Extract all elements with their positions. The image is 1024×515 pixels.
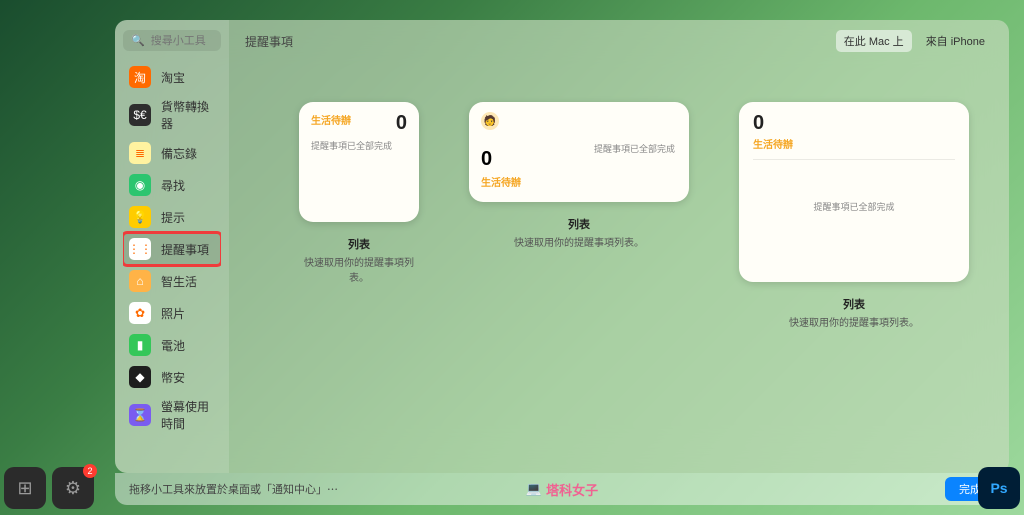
footer-bar: 拖移小工具來放置於桌面或「通知中心」⋯ 💻 塔科女子 完成: [115, 473, 1009, 505]
sidebar-item-9[interactable]: ◆ 幣安: [123, 361, 221, 393]
widget-large-col: 0 生活待辦 提醒事項已全部完成 列表 快速取用你的提醒事項列表。: [739, 102, 969, 329]
widget-small-sub: 快速取用你的提醒事項列表。: [299, 254, 419, 284]
main-header: 提醒事項 在此 Mac 上 來自 iPhone: [229, 20, 1009, 62]
footer-hint: 拖移小工具來放置於桌面或「通知中心」⋯: [129, 481, 338, 497]
app-icon: ✿: [129, 302, 151, 324]
widget-list-name: 生活待辦: [311, 112, 351, 127]
sidebar-item-4[interactable]: 💡 提示: [123, 201, 221, 233]
widget-med-name: 生活待辦: [481, 174, 521, 189]
sidebar-item-label: 螢幕使用時間: [161, 398, 215, 432]
widget-large-note: 提醒事項已全部完成: [753, 200, 955, 213]
app-icon: ◉: [129, 174, 151, 196]
segment-iphone[interactable]: 來自 iPhone: [918, 30, 993, 52]
sidebar-item-8[interactable]: ▮ 電池: [123, 329, 221, 361]
widget-large-sub: 快速取用你的提醒事項列表。: [789, 314, 919, 329]
watermark-icon: 💻: [526, 481, 542, 497]
dock-settings-icon[interactable]: ⚙ 2: [52, 467, 94, 509]
widget-medium-col: 🧑 提醒事項已全部完成 0 生活待辦 列表 快速取用你的提醒事項列表。: [469, 102, 689, 249]
widget-count: 0: [396, 112, 407, 135]
widget-editor-window: 🔍 淘淘宝 $€ 貨幣轉換器 ≣ 備忘錄 ◉ 尋找 💡 提示 ⋮⋮ 提醒事項 ⌂ 智生活 ✿ 照片 ▮ 電池 ◆ 幣…: [115, 20, 1009, 473]
settings-badge: 2: [83, 464, 97, 478]
sidebar-item-label: 備忘錄: [161, 145, 197, 162]
sidebar-item-label: 淘宝: [161, 69, 185, 86]
sidebar-item-5[interactable]: ⋮⋮ 提醒事項: [123, 233, 221, 265]
watermark-text: 塔科女子: [546, 480, 598, 499]
dock-left: ⊞ ⚙ 2: [4, 467, 94, 509]
sidebar-item-label: 電池: [161, 337, 185, 354]
widget-large-count: 0: [753, 112, 764, 135]
sidebar-item-label: 尋找: [161, 177, 185, 194]
sidebar: 🔍 淘淘宝 $€ 貨幣轉換器 ≣ 備忘錄 ◉ 尋找 💡 提示 ⋮⋮ 提醒事項 ⌂ 智生活 ✿ 照片 ▮ 電池 ◆ 幣…: [115, 20, 229, 473]
widget-large-name: 生活待辦: [753, 140, 793, 151]
widget-small[interactable]: 生活待辦 0 提醒事項已全部完成: [299, 102, 419, 222]
sidebar-item-label: 貨幣轉換器: [161, 98, 215, 132]
search-box[interactable]: 🔍: [123, 30, 221, 51]
segment-mac[interactable]: 在此 Mac 上: [836, 30, 912, 52]
widget-medium-label: 列表: [568, 216, 590, 232]
app-icon: ⌛: [129, 404, 151, 426]
main-panel: 提醒事項 在此 Mac 上 來自 iPhone 生活待辦 0 提醒事項已全部完成…: [229, 20, 1009, 473]
sidebar-item-10[interactable]: ⌛ 螢幕使用時間: [123, 393, 221, 437]
widget-note: 提醒事項已全部完成: [311, 139, 407, 152]
sidebar-item-label: 提示: [161, 209, 185, 226]
sidebar-item-0[interactable]: 淘淘宝: [123, 61, 221, 93]
widget-large-label: 列表: [843, 296, 865, 312]
sidebar-item-1[interactable]: $€ 貨幣轉換器: [123, 93, 221, 137]
widget-small-label: 列表: [348, 236, 370, 252]
source-segment: 在此 Mac 上 來自 iPhone: [836, 30, 993, 52]
app-icon: 💡: [129, 206, 151, 228]
search-input[interactable]: [151, 35, 213, 47]
widget-med-count: 0: [481, 148, 492, 171]
app-icon: ⌂: [129, 270, 151, 292]
app-icon: ≣: [129, 142, 151, 164]
app-icon: ▮: [129, 334, 151, 356]
widget-med-note: 提醒事項已全部完成: [594, 142, 675, 155]
dock-right: Ps: [978, 467, 1020, 509]
search-icon: 🔍: [131, 34, 145, 47]
sidebar-item-2[interactable]: ≣ 備忘錄: [123, 137, 221, 169]
main-title: 提醒事項: [245, 33, 293, 50]
sidebar-item-label: 智生活: [161, 273, 197, 290]
sidebar-list: 淘淘宝 $€ 貨幣轉換器 ≣ 備忘錄 ◉ 尋找 💡 提示 ⋮⋮ 提醒事項 ⌂ 智生活 ✿ 照片 ▮ 電池 ◆ 幣安 ⌛…: [123, 61, 221, 473]
sidebar-item-7[interactable]: ✿ 照片: [123, 297, 221, 329]
app-icon: ◆: [129, 366, 151, 388]
sidebar-item-3[interactable]: ◉ 尋找: [123, 169, 221, 201]
app-icon: ⋮⋮: [129, 238, 151, 260]
sidebar-item-label: 幣安: [161, 369, 185, 386]
widget-medium-sub: 快速取用你的提醒事項列表。: [514, 234, 644, 249]
sidebar-item-label: 照片: [161, 305, 185, 322]
app-icon: $€: [129, 104, 151, 126]
widget-large[interactable]: 0 生活待辦 提醒事項已全部完成: [739, 102, 969, 282]
widget-grid: 生活待辦 0 提醒事項已全部完成 列表 快速取用你的提醒事項列表。 🧑 提醒事項…: [229, 62, 1009, 473]
widget-medium[interactable]: 🧑 提醒事項已全部完成 0 生活待辦: [469, 102, 689, 202]
dock-launchpad-icon[interactable]: ⊞: [4, 467, 46, 509]
watermark: 💻 塔科女子: [526, 480, 598, 499]
dock-photoshop-icon[interactable]: Ps: [978, 467, 1020, 509]
sidebar-item-label: 提醒事項: [161, 241, 209, 258]
app-icon: 淘: [129, 66, 151, 88]
list-avatar-icon: 🧑: [481, 112, 499, 130]
widget-small-col: 生活待辦 0 提醒事項已全部完成 列表 快速取用你的提醒事項列表。: [299, 102, 419, 284]
sidebar-item-6[interactable]: ⌂ 智生活: [123, 265, 221, 297]
